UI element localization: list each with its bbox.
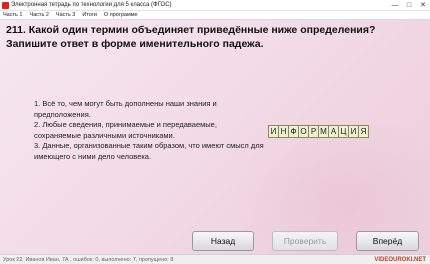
app-icon [2,2,9,9]
definition-item: 2. Любые сведения, принимаемые и передав… [34,120,217,140]
definitions-list: 1. Всё то, чем могут быть дополнены наши… [34,99,264,162]
menu-bar: Часть 1 Часть 2 Часть 3 Итоги О программ… [0,11,430,20]
back-button[interactable]: Назад [192,231,254,251]
menu-item-about[interactable]: О программе [104,11,138,19]
minimize-icon[interactable]: — [388,0,402,11]
definition-item: 3. Данные, организованные таким образом,… [34,141,264,161]
maximize-icon[interactable]: □ [402,0,416,11]
definition-item: 1. Всё то, чем могут быть дополнены наши… [34,99,217,119]
window-titlebar: Электронная тетрадь по технологии для 5 … [0,0,430,11]
menu-item-part-1[interactable]: Часть 1 [3,11,22,19]
next-button[interactable]: Вперёд [356,231,419,251]
menu-item-results[interactable]: Итоги [82,11,97,19]
menu-item-part-3[interactable]: Часть 3 [56,11,75,19]
status-bar: Урок 22. Иванов Иван, 7А , ошибок: 0, вы… [0,254,430,264]
window-controls: — □ ✕ [388,0,430,11]
check-button[interactable]: Проверить [272,231,338,251]
brand-logo: VIDEOUROKI.NET [374,257,426,263]
menu-item-part-2[interactable]: Часть 2 [29,11,48,19]
question-text: 211. Какой один термин объединяет привед… [6,24,376,50]
answer-letter-cell[interactable]: Я [358,125,369,138]
close-icon[interactable]: ✕ [416,0,430,11]
answer-field[interactable]: И Н Ф О Р М А Ц И Я [268,125,369,138]
window-title: Электронная тетрадь по технологии для 5 … [11,2,172,8]
exercise-area: 211. Какой один термин объединяет привед… [0,20,430,254]
status-text: Урок 22. Иванов Иван, 7А , ошибок: 0, вы… [3,257,174,263]
